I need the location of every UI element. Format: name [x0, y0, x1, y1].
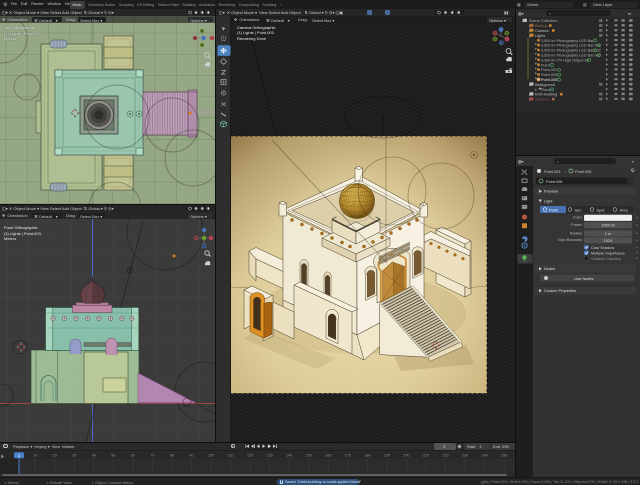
svg-text:30: 30: [72, 453, 76, 457]
svg-text:›: ›: [564, 169, 566, 174]
svg-text:1 m: 1 m: [605, 231, 612, 236]
svg-text:Custom Properties: Custom Properties: [544, 288, 576, 293]
svg-text:Scene Collection: Scene Collection: [529, 19, 558, 23]
svg-text:140: 140: [286, 453, 292, 457]
svg-text:240: 240: [482, 453, 488, 457]
svg-text:180: 180: [364, 453, 370, 457]
svg-text:Radius: Radius: [570, 230, 582, 235]
svg-text:Plane: Plane: [541, 88, 551, 92]
svg-text:230: 230: [462, 453, 468, 457]
svg-text:3,500 lm Photography LED Bar.0: 3,500 lm Photography LED Bar.003: [541, 54, 601, 58]
svg-text:Point.003: Point.003: [541, 78, 557, 82]
svg-text:Nodes: Nodes: [544, 266, 555, 271]
svg-text:220: 220: [442, 453, 448, 457]
svg-text:210: 210: [423, 453, 429, 457]
svg-text:Point: Point: [541, 63, 551, 67]
svg-text:100: 100: [208, 453, 214, 457]
svg-text:1024: 1024: [604, 238, 613, 243]
svg-text:Shadow Caustics: Shadow Caustics: [591, 256, 621, 261]
svg-text:150: 150: [306, 453, 312, 457]
svg-text:250: 250: [501, 453, 507, 457]
svg-text:Lights: Lights: [535, 34, 545, 38]
svg-text:Preview: Preview: [544, 189, 558, 194]
svg-text:3,500 lm Photography LED Bar.0: 3,500 lm Photography LED Bar.002: [541, 49, 601, 53]
svg-text:Cast Shadow: Cast Shadow: [591, 245, 614, 250]
svg-text:110: 110: [228, 453, 234, 457]
svg-text:Area: Area: [620, 207, 629, 212]
svg-text:Point.003: Point.003: [544, 169, 560, 174]
svg-text:160: 160: [325, 453, 331, 457]
svg-text:40: 40: [92, 453, 96, 457]
svg-text:1500 W: 1500 W: [601, 223, 615, 228]
svg-text:Sun: Sun: [575, 207, 582, 212]
svg-text:Point.001: Point.001: [541, 68, 557, 72]
svg-text:170: 170: [345, 453, 351, 457]
svg-text:Power: Power: [571, 222, 583, 227]
svg-text:Point.002: Point.002: [541, 73, 557, 77]
svg-text:20: 20: [52, 453, 56, 457]
svg-text:4,300 lm 7% High Output 85: 4,300 lm 7% High Output 85: [541, 58, 589, 62]
svg-text:Max Bounces: Max Bounces: [558, 237, 582, 242]
svg-text:Color: Color: [573, 215, 583, 220]
svg-text:outtakes: outtakes: [535, 98, 549, 102]
svg-text:Point.006: Point.006: [546, 179, 562, 184]
svg-text:80: 80: [170, 453, 174, 457]
svg-text:60: 60: [131, 453, 135, 457]
svg-text:10: 10: [33, 453, 37, 457]
svg-text:Spot: Spot: [597, 207, 606, 212]
svg-text:3,500 lm Photography LED Bar: 3,500 lm Photography LED Bar: [541, 39, 594, 43]
svg-text:Use Nodes: Use Nodes: [574, 276, 593, 281]
svg-text:90: 90: [189, 453, 193, 457]
svg-text:Multiple Importance: Multiple Importance: [591, 250, 625, 255]
svg-text:200: 200: [403, 453, 409, 457]
svg-text:br00-building: br00-building: [535, 93, 557, 97]
svg-text:Light: Light: [544, 199, 553, 204]
svg-text:190: 190: [384, 453, 390, 457]
svg-text:Point.006: Point.006: [575, 169, 591, 174]
svg-text:50: 50: [111, 453, 115, 457]
svg-text:3,500 lm Photography LED Bar.0: 3,500 lm Photography LED Bar.001: [541, 44, 601, 48]
svg-text:130: 130: [267, 453, 273, 457]
svg-text:Camera: Camera: [535, 29, 549, 33]
svg-text:Backup: Backup: [535, 24, 548, 28]
svg-text:70: 70: [150, 453, 154, 457]
svg-text:Background: Background: [535, 83, 555, 87]
svg-text:Point: Point: [549, 207, 559, 212]
svg-text:120: 120: [247, 453, 253, 457]
